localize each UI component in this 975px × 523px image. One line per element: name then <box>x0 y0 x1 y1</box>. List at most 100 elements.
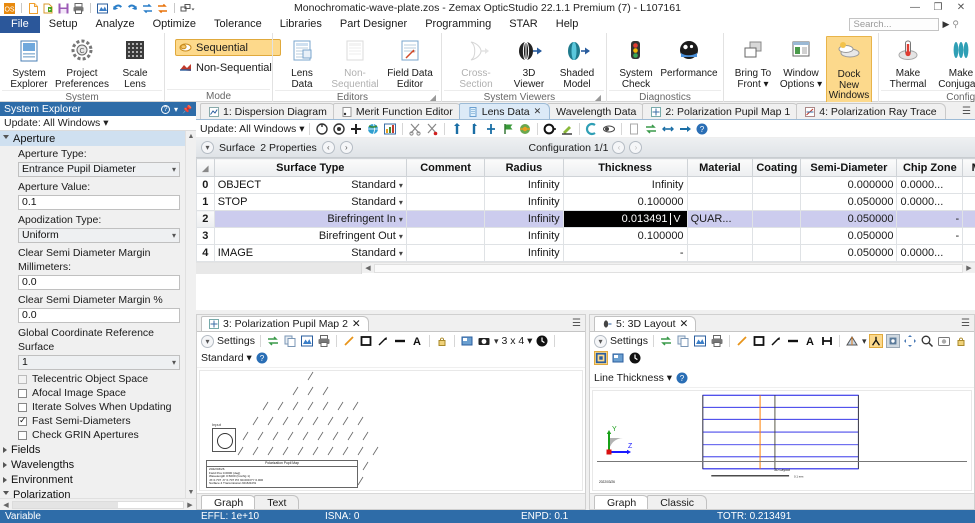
close-icon[interactable]: ✕ <box>680 318 689 330</box>
layout-toolbar[interactable]: ▾ Settings A ▾ Line Thickness ▾ ? <box>590 332 974 388</box>
pupil-map-view-tabs[interactable]: Graph Text <box>197 493 585 509</box>
grid-horizontal-scrollbar[interactable]: ◀ ▶ <box>196 262 975 274</box>
copy-icon[interactable] <box>676 334 690 348</box>
global-icon[interactable] <box>518 122 532 136</box>
tab-graph[interactable]: Graph <box>201 495 257 509</box>
cell-material[interactable] <box>686 227 754 245</box>
cell-chip-zone[interactable]: 0.0000... <box>896 244 964 262</box>
cell-surface-type[interactable]: Birefringent In ▾ <box>213 210 407 228</box>
move-tool-icon[interactable] <box>903 334 917 348</box>
system-explorer-horizontal-scrollbar[interactable]: ◀ ▶ <box>0 498 196 510</box>
measure-tool-icon[interactable] <box>820 334 834 348</box>
tab-wavelength-data[interactable]: Wavelength Data <box>547 103 646 119</box>
quick-access-toolbar[interactable]: OS <box>0 0 195 16</box>
column-header-semi-diameter[interactable]: Semi-Diameter <box>800 158 898 177</box>
highlighter-icon[interactable] <box>560 122 574 136</box>
menu-bar[interactable]: File Setup Analyze Optimize Tolerance Li… <box>0 16 975 33</box>
cell-comment[interactable] <box>405 210 486 228</box>
scroll-down-icon[interactable]: ▼ <box>186 487 196 498</box>
close-icon[interactable]: ✕ <box>534 106 542 117</box>
cell-coating[interactable] <box>752 210 802 228</box>
table-row[interactable]: 3 Birefringent Out ▾ Infinity 0.100000 0.… <box>196 227 975 245</box>
window-snapshot-icon[interactable] <box>611 351 625 365</box>
column-header-coating[interactable]: Coating <box>752 158 802 177</box>
tab-lens-data[interactable]: Lens Data ✕ <box>458 103 551 119</box>
cell-comment[interactable] <box>405 193 486 211</box>
screenshot-icon[interactable] <box>937 334 951 348</box>
chevron-down-icon[interactable]: ▾ <box>399 249 403 258</box>
scrollbar-track[interactable] <box>12 500 184 509</box>
window-options-button[interactable]: Window Options ▾ <box>778 36 824 90</box>
3d-viewer-button[interactable]: 3D Viewer <box>506 36 552 90</box>
ribbon[interactable]: System Explorer C Project Preferences Scal… <box>0 33 975 116</box>
lens-data-button[interactable]: Lens Data <box>279 36 325 90</box>
dropdown-caret[interactable]: ▾ <box>862 336 867 347</box>
cell-material[interactable]: QUAR... <box>686 210 754 228</box>
undo-icon[interactable] <box>111 2 124 15</box>
cut-red-icon[interactable] <box>425 122 439 136</box>
settings-label[interactable]: Settings <box>610 335 648 347</box>
chevron-down-icon[interactable]: ▾ <box>399 232 403 241</box>
gcrs-select[interactable]: 1 ▾ <box>18 355 180 370</box>
scroll-left-icon[interactable]: ◀ <box>362 264 374 272</box>
layout-view-tabs[interactable]: Graph Classic <box>590 493 974 509</box>
refresh-icon[interactable] <box>266 334 280 348</box>
layout-tab-strip[interactable]: 5: 3D Layout ✕ ☰ <box>590 315 974 332</box>
performance-button[interactable]: Performance <box>660 36 718 80</box>
cell-surface-type[interactable]: IMAGE Standard ▾ <box>213 244 407 262</box>
close-icon[interactable]: ✕ <box>352 318 361 330</box>
cell-radius[interactable]: Infinity <box>484 244 564 262</box>
grid-size-label[interactable]: 3 x 4 ▾ <box>501 335 532 347</box>
arrow-right-icon[interactable] <box>678 122 692 136</box>
cell-material[interactable] <box>686 244 754 262</box>
checkbox-iterate-solves-when-updating[interactable]: Iterate Solves When Updating <box>0 400 185 414</box>
dash-tool-icon[interactable] <box>786 334 800 348</box>
lock-icon[interactable] <box>954 334 968 348</box>
arrow-tool-icon[interactable] <box>376 334 390 348</box>
globe-icon[interactable] <box>366 122 380 136</box>
cell-surface-type[interactable]: Birefringent Out ▾ <box>213 227 407 245</box>
surface-properties-bar[interactable]: ▾ Surface 2 Properties ‹ › Configuration… <box>196 138 975 158</box>
help-icon[interactable]: ? <box>161 104 171 114</box>
tab-polarization-pupil-map-1[interactable]: 2: Polarization Pupil Map 1 <box>642 103 800 119</box>
settings-expand-icon[interactable]: ▾ <box>594 334 607 348</box>
scrollbar-track[interactable] <box>374 263 963 273</box>
next-surface-button[interactable]: › <box>339 141 353 154</box>
menu-item-star[interactable]: STAR <box>500 16 547 33</box>
search-icon[interactable]: ⚲ <box>952 19 959 30</box>
rectangle-tool-icon[interactable] <box>752 334 766 348</box>
refresh-icon[interactable] <box>141 2 154 15</box>
clock-icon[interactable] <box>628 351 642 365</box>
tab-3d-layout[interactable]: 5: 3D Layout ✕ <box>594 316 697 331</box>
cell-semi-diameter[interactable]: 0.050000 <box>800 244 898 262</box>
column-header-chip-zone[interactable]: Chip Zone <box>896 158 964 177</box>
document-tab-strip[interactable]: 1: Dispersion Diagram Merit Function Edi… <box>196 102 975 120</box>
tab-dispersion-diagram[interactable]: 1: Dispersion Diagram <box>200 103 336 119</box>
camera-icon[interactable] <box>477 334 491 348</box>
cell-radius[interactable]: Infinity <box>484 193 564 211</box>
tab-overflow-icon[interactable]: ☰ <box>962 106 971 117</box>
cell-chip-zone[interactable]: 0.0000... <box>896 176 964 194</box>
search-area[interactable]: Search... ▶ ⚲ <box>849 18 959 31</box>
table-row[interactable]: 1 STOP Standard ▾ Infinity 0.100000 0.0500… <box>196 193 975 211</box>
tab-polarization-ray-trace[interactable]: 4: Polarization Ray Trace <box>796 103 946 119</box>
lens-data-toolbar[interactable]: Update: All Windows ▾ ? <box>196 120 975 138</box>
system-check-button[interactable]: System Check <box>613 36 659 90</box>
lock-icon[interactable] <box>435 334 449 348</box>
print-icon[interactable] <box>72 2 85 15</box>
pupil-map-toolbar[interactable]: ▾ Settings A ▾ 3 x 4 ▾ Standard ▾ ? <box>197 332 585 368</box>
save-image-icon[interactable] <box>300 334 314 348</box>
menu-item-tolerance[interactable]: Tolerance <box>205 16 271 33</box>
line-thickness-label[interactable]: Line Thickness ▾ <box>594 372 672 384</box>
menu-item-programming[interactable]: Programming <box>416 16 500 33</box>
new-file-icon[interactable] <box>27 2 40 15</box>
scrollbar-thumb[interactable] <box>186 142 196 487</box>
flag-icon[interactable] <box>501 122 515 136</box>
column-header-comment[interactable]: Comment <box>405 158 486 177</box>
print-icon[interactable] <box>317 334 331 348</box>
tab-text[interactable]: Text <box>254 495 300 509</box>
table-row[interactable]: 0 OBJECT Standard ▾ Infinity Infinity 0.00… <box>196 176 975 194</box>
csd-pct-input[interactable]: 0.0 <box>18 308 180 323</box>
cell-mech-semi-dia[interactable]: 0.050000 <box>962 244 975 262</box>
menu-item-setup[interactable]: Setup <box>40 16 87 33</box>
